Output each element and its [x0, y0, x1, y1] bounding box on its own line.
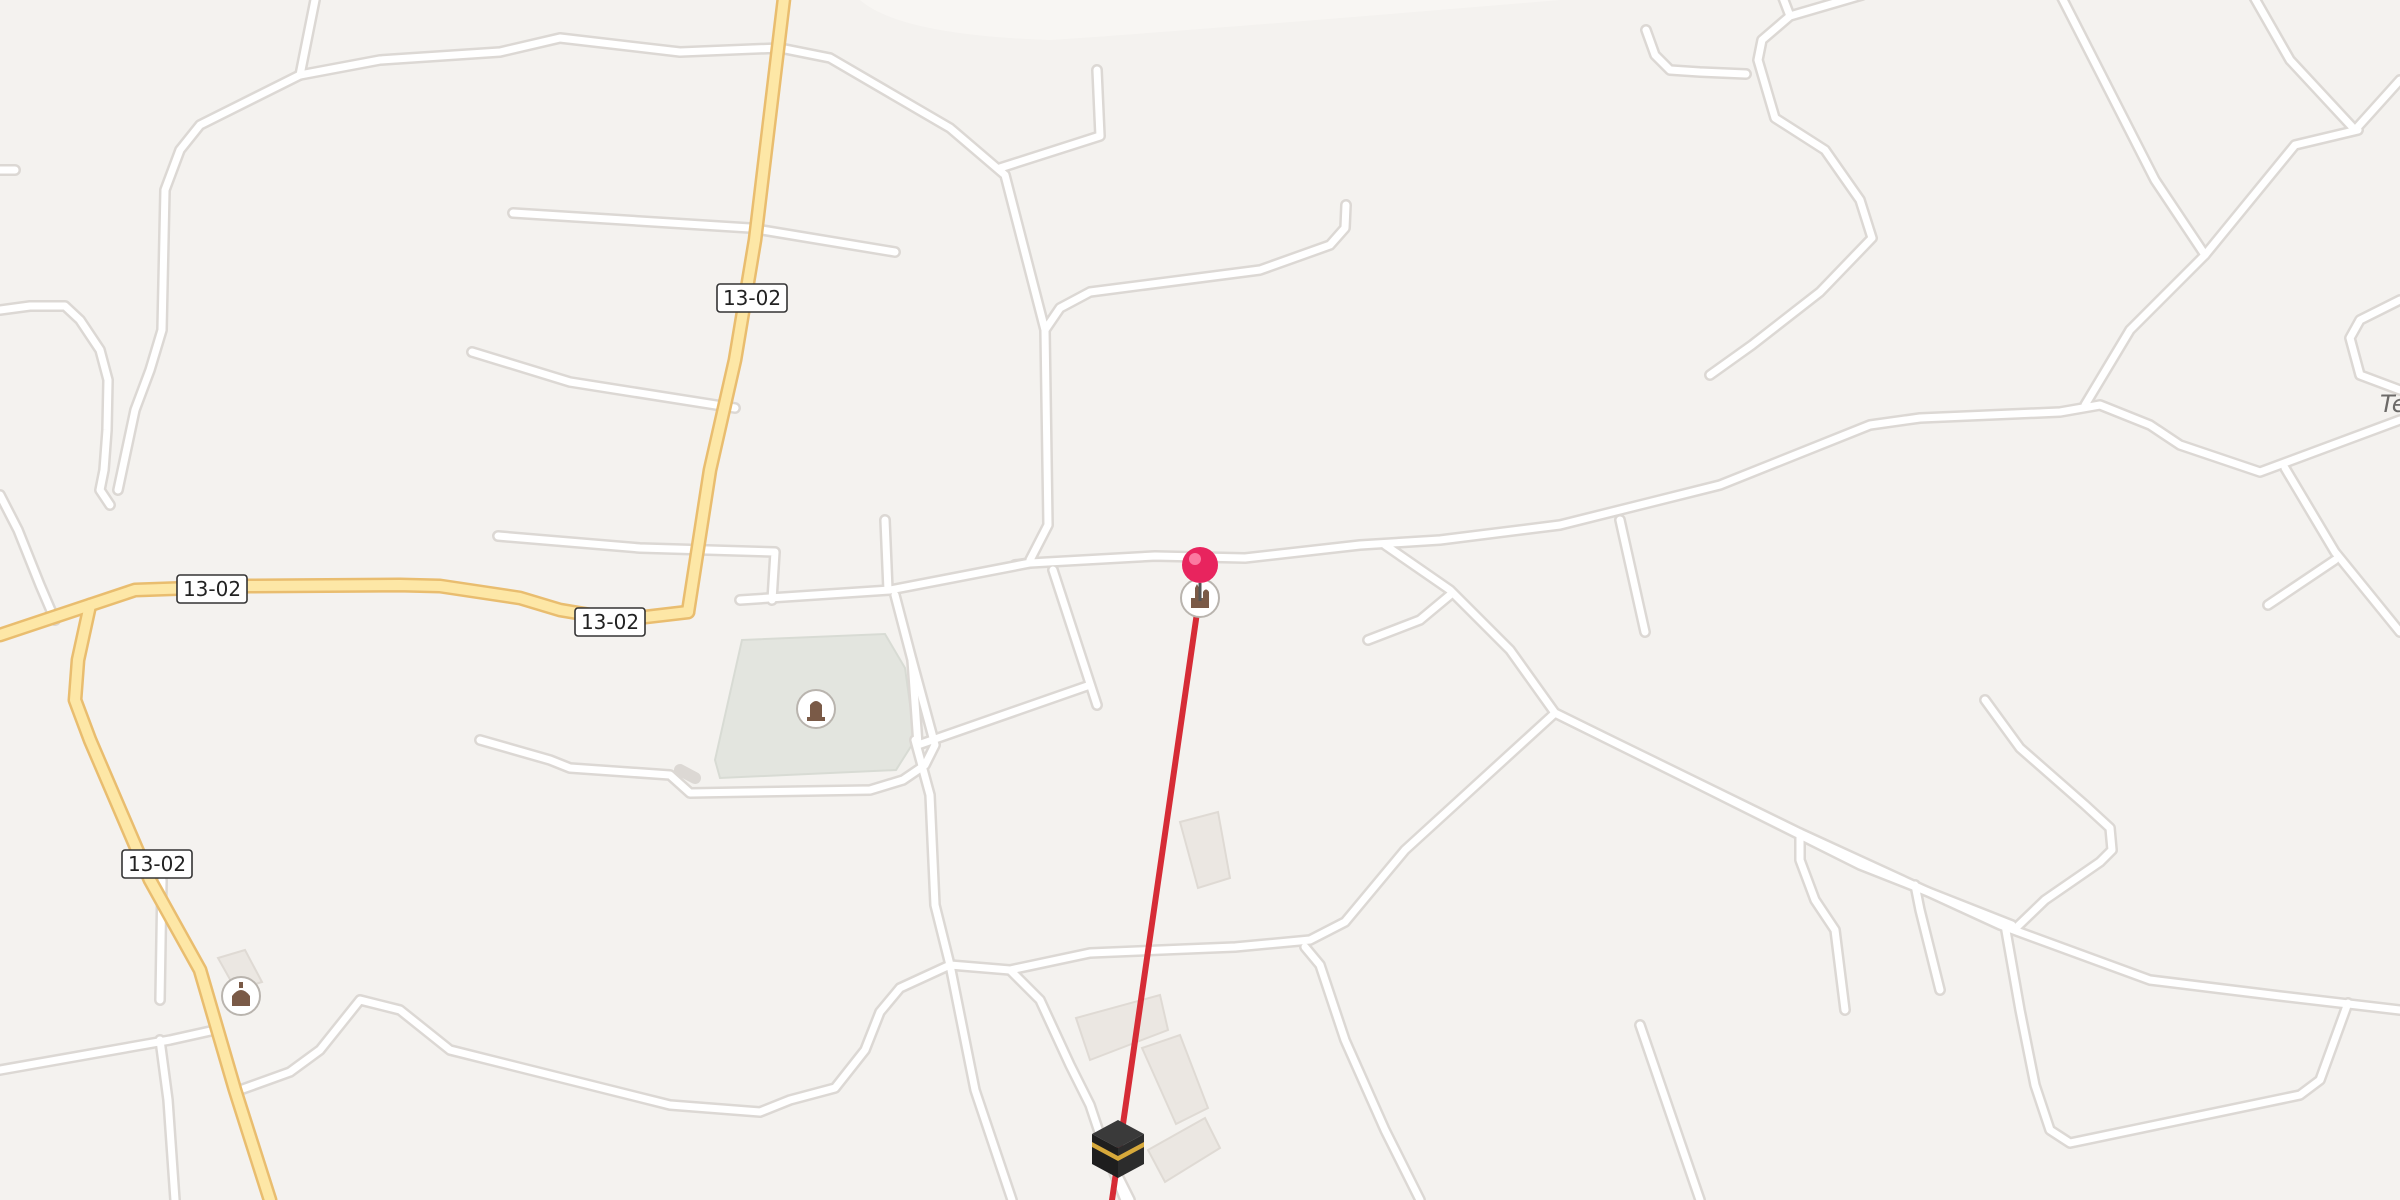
route-shield: 13-02	[574, 607, 646, 637]
place-label-partial: Te	[2380, 390, 2400, 418]
mosque-icon[interactable]	[221, 976, 261, 1016]
map-canvas[interactable]: 13-02 13-02 13-02 13-02 T	[0, 0, 2400, 1200]
route-shield-label: 13-02	[183, 577, 241, 601]
route-shield-label: 13-02	[723, 286, 781, 310]
cemetery-icon[interactable]	[796, 689, 836, 729]
land-tint	[860, 0, 1560, 40]
route-shield: 13-02	[121, 849, 193, 879]
route-shield-label: 13-02	[128, 852, 186, 876]
building	[1140, 1033, 1210, 1126]
building	[1146, 1116, 1222, 1184]
route-shield: 13-02	[716, 283, 788, 313]
route-shield: 13-02	[176, 574, 248, 604]
highway-13-02	[0, 0, 792, 1200]
map-layer[interactable]: 13-02 13-02 13-02 13-02 T	[0, 0, 2400, 1200]
building	[1178, 810, 1232, 890]
route-shield-label: 13-02	[581, 610, 639, 634]
